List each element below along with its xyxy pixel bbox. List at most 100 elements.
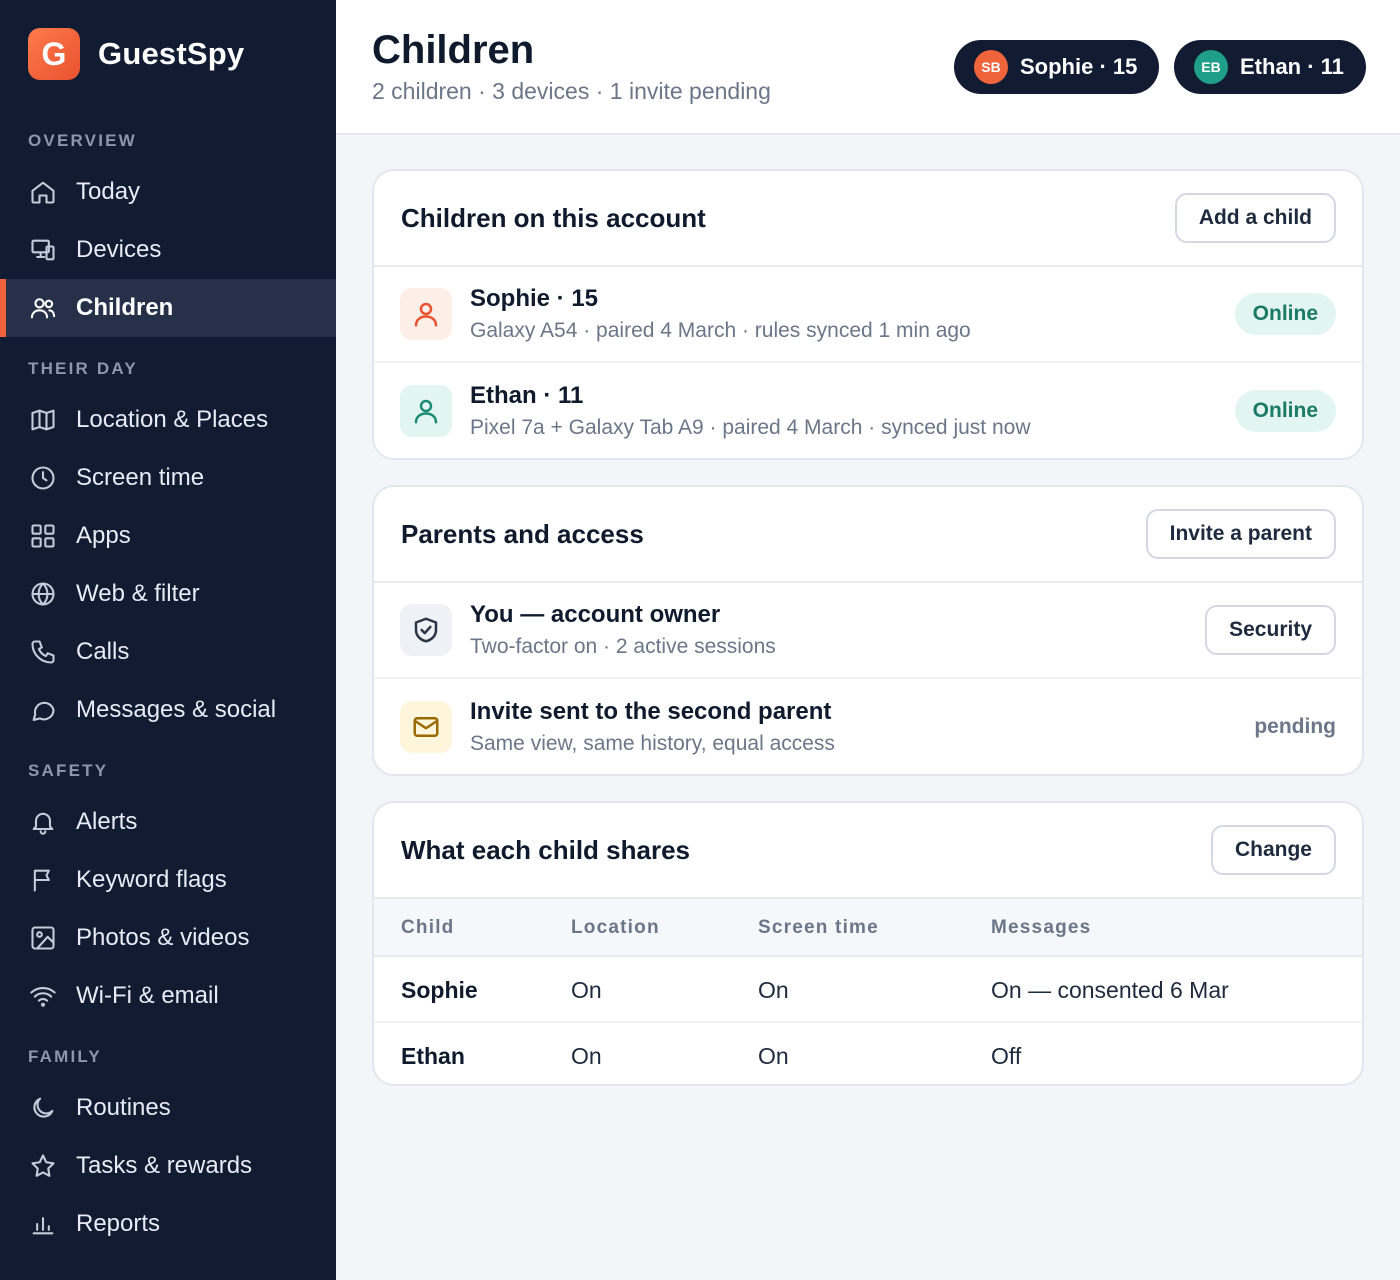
table-cell: On (571, 977, 602, 1003)
table-cell: On (758, 977, 789, 1003)
pill-label: Ethan · 11 (1240, 54, 1344, 79)
card-header: What each child shares Change (374, 803, 1362, 899)
avatar: EB (1194, 50, 1228, 84)
bar-chart-icon (28, 1209, 58, 1239)
home-icon (28, 177, 58, 207)
section-their-day: THEIR DAY (28, 359, 138, 378)
brand[interactable]: G GuestSpy (28, 28, 244, 80)
map-icon (28, 405, 58, 435)
table-cell: Off (991, 1043, 1022, 1069)
sidebar-item-photos[interactable]: Photos & videos (0, 909, 336, 967)
child-name: Ethan · 11 (470, 382, 584, 409)
sidebar: G GuestSpy OVERVIEW Today Devices Childr… (0, 0, 336, 1280)
child-device-info: Pixel 7a + Galaxy Tab A9 · paired 4 Marc… (470, 416, 1031, 439)
child-pill-sophie[interactable]: SB Sophie · 15 (954, 40, 1160, 94)
moon-icon (28, 1093, 58, 1123)
status-badge: Online (1234, 293, 1336, 335)
sidebar-item-reports[interactable]: Reports (0, 1195, 336, 1253)
mail-icon (400, 701, 452, 753)
devices-icon (28, 235, 58, 265)
shield-check-icon (400, 604, 452, 656)
child-row-sophie[interactable]: Sophie · 15 Galaxy A54 · paired 4 March … (374, 267, 1362, 363)
table-cell: On — consented 6 Mar (991, 977, 1229, 1003)
sidebar-item-children[interactable]: Children (0, 279, 336, 337)
sidebar-item-label: Routines (76, 1094, 171, 1121)
status-badge: Online (1234, 390, 1336, 432)
sidebar-item-label: Tasks & rewards (76, 1152, 253, 1179)
sidebar-item-label: Alerts (76, 808, 138, 835)
column-header: Screen time (758, 917, 879, 938)
security-button[interactable]: Security (1205, 605, 1336, 655)
sidebar-item-devices[interactable]: Devices (0, 221, 336, 279)
sidebar-item-label: Keyword flags (76, 866, 227, 893)
parent-sub: Two-factor on · 2 active sessions (470, 635, 776, 658)
sidebar-item-apps[interactable]: Apps (0, 507, 336, 565)
sidebar-item-label: Photos & videos (76, 924, 250, 951)
child-device-info: Galaxy A54 · paired 4 March · rules sync… (470, 319, 971, 342)
table-cell: On (758, 1043, 789, 1069)
column-header: Location (571, 917, 660, 938)
table-cell: On (571, 1043, 602, 1069)
bell-icon (28, 807, 58, 837)
sidebar-item-web-filter[interactable]: Web & filter (0, 565, 336, 623)
sidebar-item-label: Web & filter (76, 580, 200, 607)
table-row: Sophie On On On — consented 6 Mar (374, 957, 1362, 1023)
parent-row-invite: Invite sent to the second parent Same vi… (374, 679, 1362, 774)
page-subtitle: 2 children · 3 devices · 1 invite pendin… (372, 78, 771, 104)
page-title: Children (372, 28, 535, 72)
card-title: What each child shares (401, 834, 690, 865)
sidebar-item-keyword-flags[interactable]: Keyword flags (0, 851, 336, 909)
sidebar-item-wifi-email[interactable]: Wi-Fi & email (0, 967, 336, 1025)
avatar: SB (974, 50, 1008, 84)
invite-sub: Same view, same history, equal access (470, 732, 835, 755)
brand-logo: G (28, 28, 80, 80)
child-row-ethan[interactable]: Ethan · 11 Pixel 7a + Galaxy Tab A9 · pa… (374, 363, 1362, 458)
page-header: Children 2 children · 3 devices · 1 invi… (336, 0, 1400, 135)
child-name: Sophie · 15 (470, 285, 599, 312)
parent-title: You — account owner (470, 601, 721, 628)
table-row: Ethan On On Off (374, 1023, 1362, 1084)
sidebar-item-alerts[interactable]: Alerts (0, 793, 336, 851)
parent-row-owner: You — account owner Two-factor on · 2 ac… (374, 583, 1362, 679)
globe-icon (28, 579, 58, 609)
sidebar-item-location[interactable]: Location & Places (0, 391, 336, 449)
sidebar-item-label: Wi-Fi & email (76, 982, 219, 1009)
invite-parent-button[interactable]: Invite a parent (1145, 509, 1336, 559)
invite-title: Invite sent to the second parent (470, 698, 832, 725)
phone-icon (28, 637, 58, 667)
sidebar-item-label: Devices (76, 236, 162, 263)
sidebar-item-routines[interactable]: Routines (0, 1079, 336, 1137)
grid-icon (28, 521, 58, 551)
users-icon (28, 293, 58, 323)
child-pill-ethan[interactable]: EB Ethan · 11 (1174, 40, 1366, 94)
sidebar-item-calls[interactable]: Calls (0, 623, 336, 681)
pill-label: Sophie · 15 (1020, 54, 1138, 79)
sidebar-item-label: Today (76, 178, 141, 205)
children-card: Children on this account Add a child Sop… (372, 169, 1364, 460)
invite-status: pending (1254, 715, 1336, 738)
sidebar-item-label: Children (76, 294, 174, 321)
star-icon (28, 1151, 58, 1181)
sidebar-item-messages[interactable]: Messages & social (0, 681, 336, 739)
column-header: Child (401, 917, 455, 938)
sidebar-item-today[interactable]: Today (0, 163, 336, 221)
table-cell: Sophie (401, 977, 478, 1003)
section-safety: SAFETY (28, 761, 109, 780)
sidebar-item-label: Location & Places (76, 406, 269, 433)
column-header: Messages (991, 917, 1092, 938)
sidebar-item-label: Reports (76, 1210, 161, 1237)
card-title: Parents and access (401, 518, 644, 549)
add-child-button[interactable]: Add a child (1174, 193, 1336, 243)
sidebar-item-screen-time[interactable]: Screen time (0, 449, 336, 507)
table-header: Child Location Screen time Messages (374, 899, 1362, 957)
card-header: Children on this account Add a child (374, 171, 1362, 267)
parents-card: Parents and access Invite a parent You —… (372, 485, 1364, 776)
clock-icon (28, 463, 58, 493)
image-icon (28, 923, 58, 953)
sidebar-item-tasks[interactable]: Tasks & rewards (0, 1137, 336, 1195)
wifi-icon (28, 981, 58, 1011)
change-button[interactable]: Change (1210, 825, 1336, 875)
sidebar-item-label: Screen time (76, 464, 205, 491)
sidebar-item-label: Messages & social (76, 696, 277, 723)
flag-icon (28, 865, 58, 895)
